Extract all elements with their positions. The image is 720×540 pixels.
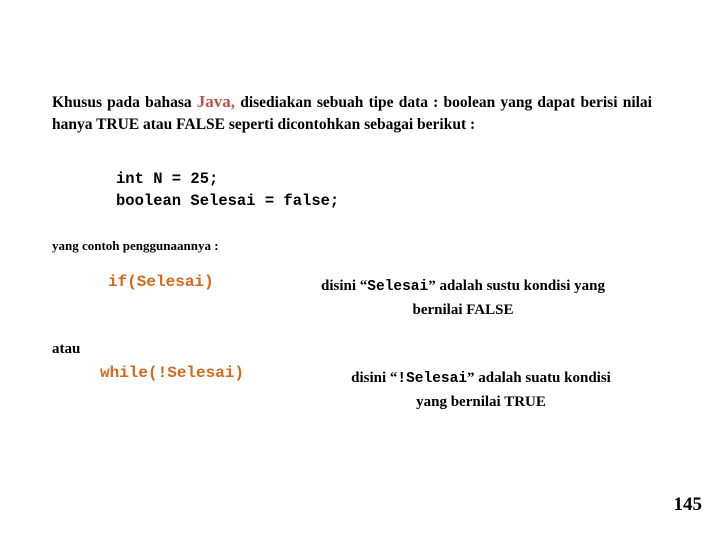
if-desc-identifier: Selesai xyxy=(367,279,429,295)
while-desc-part-b: ” adalah suatu kondisi xyxy=(467,370,611,386)
if-description: disini “Selesai” adalah sustu kondisi ya… xyxy=(278,275,648,321)
while-desc-identifier: !Selesai xyxy=(397,371,468,387)
if-desc-part-a: disini “ xyxy=(321,278,368,294)
slide-canvas: Khusus pada bahasa Java, disediakan sebu… xyxy=(0,0,720,540)
usage-note: yang contoh penggunaannya : xyxy=(52,238,219,253)
page-number: 145 xyxy=(673,494,703,515)
intro-text-before-java: Khusus pada bahasa xyxy=(52,93,197,111)
intro-paragraph: Khusus pada bahasa Java, disediakan sebu… xyxy=(52,90,652,136)
while-example-row: while(!Selesai) disini “!Selesai” adalah… xyxy=(100,364,700,410)
java-keyword: Java, xyxy=(196,91,236,111)
while-code-snippet: while(!Selesai) xyxy=(100,364,245,382)
while-desc-line2: yang bernilai TRUE xyxy=(416,393,546,410)
if-desc-part-b: ” adalah sustu kondisi yang xyxy=(428,278,605,294)
if-example-row: if(Selesai) disini “Selesai” adalah sust… xyxy=(108,273,668,318)
if-code-snippet: if(Selesai) xyxy=(108,273,214,291)
if-desc-line2: bernilai FALSE xyxy=(412,301,514,318)
while-desc-part-a: disini “ xyxy=(351,370,398,386)
atau-label: atau xyxy=(52,341,81,357)
code-block-declaration: int N = 25; boolean Selesai = false; xyxy=(116,170,340,211)
while-description: disini “!Selesai” adalah suatu kondisi ya… xyxy=(296,367,666,413)
